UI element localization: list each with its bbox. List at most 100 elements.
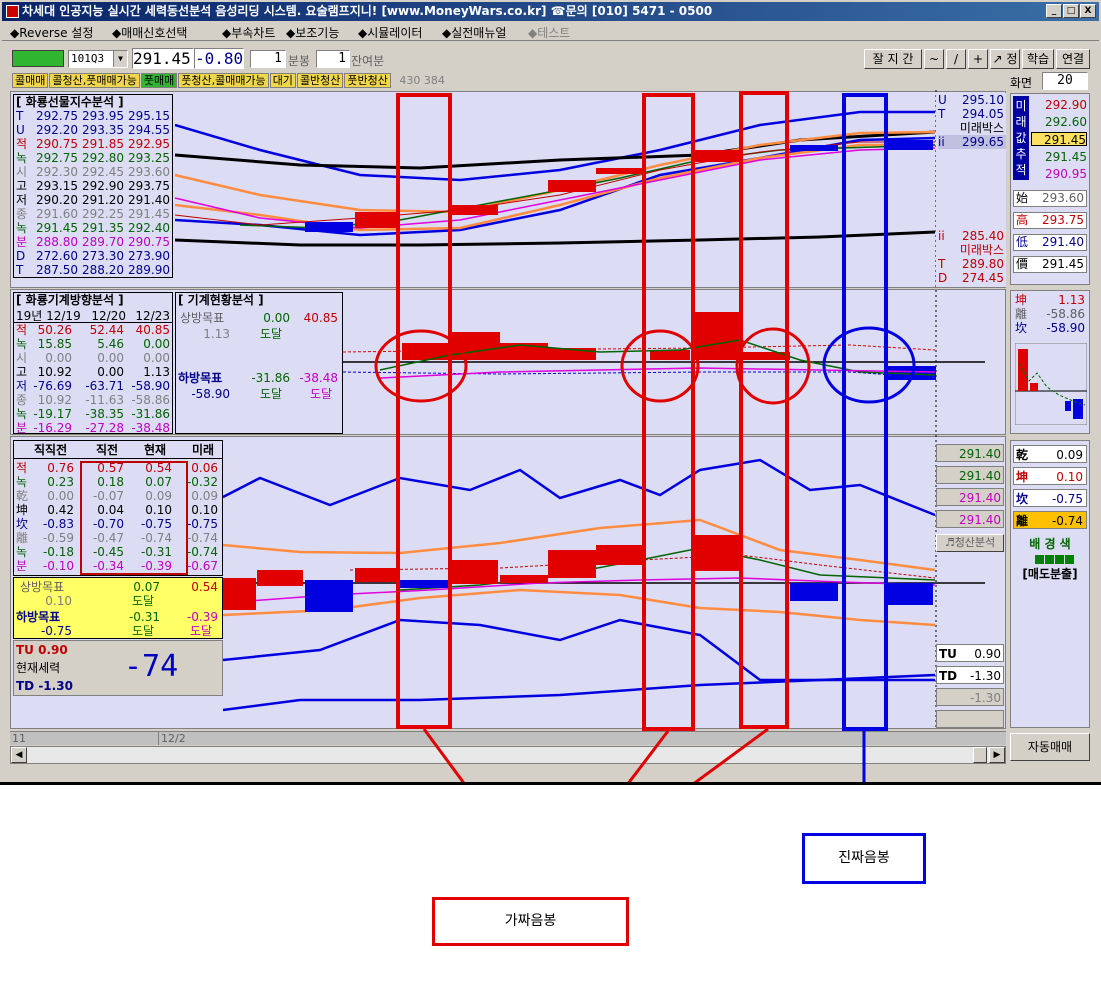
row-key: 녹: [16, 151, 28, 165]
table-cell: 293.15: [36, 179, 78, 193]
machine-table-title: [ 화룡기계방향분석 ]: [16, 293, 124, 307]
tu-axis-value: 0.90: [974, 647, 1001, 661]
table-cell: 273.30: [82, 249, 124, 263]
up-target-value-b: 40.85: [303, 311, 338, 325]
clear-analysis-button[interactable]: ♬청산분석: [936, 534, 1004, 552]
row-key: 녹: [16, 475, 28, 489]
horizontal-scrollbar[interactable]: ◀ ▶: [10, 746, 1006, 764]
power-label: 현재세력: [16, 661, 61, 675]
axis-u-value: 295.10: [962, 93, 1004, 107]
future-box-label-2: 미래박스: [959, 243, 1004, 257]
candle: [500, 575, 548, 583]
target-box: 상방목표 0.07 0.54 0.10 도달 하방목표 -0.31 -0.39 …: [13, 577, 223, 639]
futures-table-title: [ 화룡선물지수분석 ]: [16, 95, 124, 109]
row-key: 저: [16, 379, 28, 393]
kan-label: 坎: [1016, 492, 1029, 506]
down-target-value-a: -31.86: [251, 371, 290, 385]
scroll-thumb[interactable]: [973, 747, 987, 763]
table-row: 종 291.60 292.25 291.45: [14, 207, 172, 221]
table-row: T 292.75 293.95 295.15: [14, 109, 172, 123]
table-cell: 293.95: [82, 109, 124, 123]
table-cell: 52.44: [89, 323, 124, 337]
table-row: 고 10.92 0.00 1.13: [14, 365, 172, 379]
down-target-value-a: -0.31: [128, 610, 160, 624]
price-axis-panel1: U 295.10 T 294.05 미래박스 ii 299.65 ii 285.40 미…: [936, 93, 1006, 287]
table-cell: 0.10: [145, 503, 172, 517]
table-cell: 10.92: [37, 365, 72, 379]
x-tick: 12/2: [158, 732, 186, 745]
table-cell: 292.45: [82, 165, 124, 179]
axis-ii-label: ii: [938, 135, 945, 149]
scroll-right-icon[interactable]: ▶: [989, 747, 1005, 763]
table-cell: 0.00: [97, 365, 124, 379]
row-key: 시: [16, 165, 28, 179]
high-value: 293.75: [1042, 213, 1084, 227]
candle: [305, 580, 353, 612]
candle: [305, 222, 353, 232]
band-line: [174, 230, 936, 247]
up-target-sub: 0.10: [45, 594, 72, 608]
table-cell: 292.25: [82, 207, 124, 221]
table-row: 녹 -19.17 -38.35 -31.86: [14, 407, 172, 421]
candle: [596, 168, 644, 174]
bg-color-swatches[interactable]: [1035, 553, 1075, 564]
table-cell: 0.23: [47, 475, 74, 489]
row-key: D: [16, 249, 26, 263]
auto-trade-button[interactable]: 자동매매: [1010, 733, 1090, 761]
candle: [223, 578, 256, 610]
table-cell: 10.92: [37, 393, 72, 407]
machine-status-title: [ 기계현황분석 ]: [178, 293, 264, 307]
candle: [548, 180, 596, 192]
table-cell: -0.75: [186, 517, 218, 531]
axis-t2-value: 289.80: [962, 257, 1004, 271]
real-candle-label: 진짜음봉: [802, 833, 926, 884]
table-cell: 0.18: [97, 475, 124, 489]
candle: [452, 332, 500, 360]
scroll-left-icon[interactable]: ◀: [11, 747, 27, 763]
table-cell: 289.90: [128, 263, 170, 277]
close-value: 291.45: [1042, 257, 1084, 271]
candle: [885, 140, 933, 150]
li-value: -58.86: [1046, 307, 1085, 321]
candle: [790, 583, 838, 601]
kan-value: -0.75: [1051, 492, 1083, 506]
table-cell: 0.57: [97, 461, 124, 475]
table-cell: 0.42: [47, 503, 74, 517]
up-target-value-a: 0.00: [263, 311, 290, 325]
table-cell: 50.26: [37, 323, 72, 337]
tu-label: TU 0.90: [16, 643, 68, 657]
table-row: 乾 0.00 -0.07 0.09 0.09: [14, 489, 222, 503]
table-cell: 291.35: [82, 221, 124, 235]
td-axis-value: -1.30: [969, 669, 1001, 683]
future-value-2: 292.60: [1045, 115, 1087, 129]
table-cell: -0.32: [186, 475, 218, 489]
x-axis: 11 12/2: [10, 731, 1006, 745]
band-line: [222, 618, 935, 682]
candle: [355, 212, 400, 228]
td-axis-label: TD: [939, 669, 958, 683]
table-row: 녹 15.85 5.46 0.00: [14, 337, 172, 351]
table-cell: -11.63: [85, 393, 124, 407]
table-row: D 272.60 273.30 273.90: [14, 249, 172, 263]
table-cell: 0.00: [97, 351, 124, 365]
table-cell: -0.74: [186, 545, 218, 559]
table-cell: 287.50: [36, 263, 78, 277]
axis-value-3: 291.40: [936, 488, 1004, 506]
kan-value: -58.90: [1046, 321, 1085, 335]
col-header: 직전: [96, 443, 119, 457]
table-row: 시 0.00 0.00 0.00: [14, 351, 172, 365]
table-cell: 0.09: [145, 489, 172, 503]
row-key: 분: [16, 235, 28, 249]
future-value-3: 291.45: [1031, 132, 1087, 147]
table-cell: 288.20: [82, 263, 124, 277]
table-cell: 293.60: [128, 165, 170, 179]
gua-panel: 坤 1.13 離 -58.86 坎 -58.90: [1010, 290, 1090, 434]
tu-axis-label: TU: [939, 647, 957, 661]
table-cell: 291.40: [128, 193, 170, 207]
table-cell: -58.86: [131, 393, 170, 407]
row-key: 적: [16, 323, 28, 337]
row-key: T: [16, 263, 24, 277]
table-row: 고 293.15 292.90 293.75: [14, 179, 172, 193]
table-row: U 292.20 293.35 294.55: [14, 123, 172, 137]
side-label: 래: [1015, 115, 1027, 129]
